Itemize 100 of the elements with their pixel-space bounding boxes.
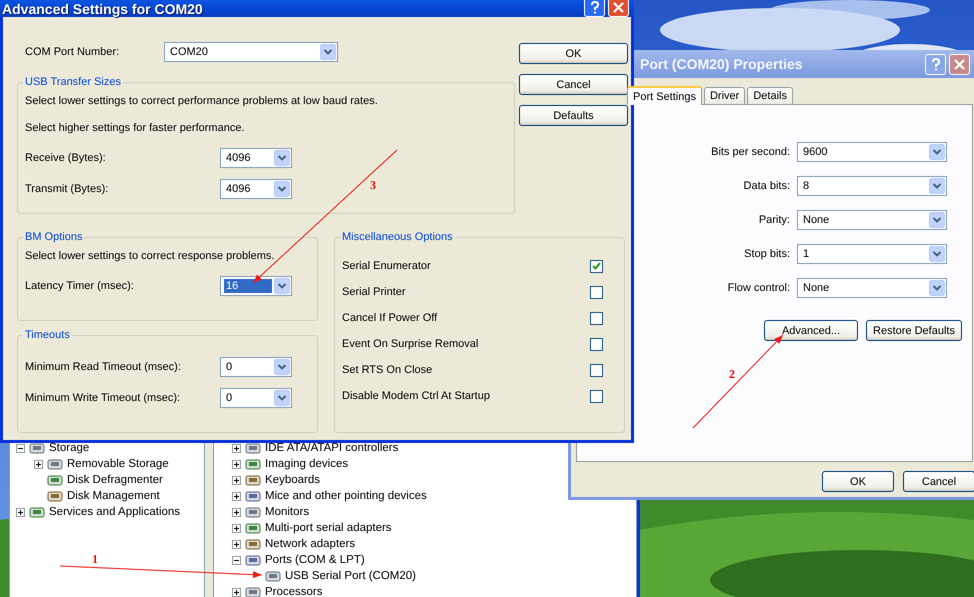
checkbox[interactable]	[590, 260, 603, 272]
chevron-icon	[274, 181, 290, 197]
dropdown-field[interactable]: None	[797, 278, 947, 298]
device-icon	[29, 441, 45, 455]
help-button[interactable]	[584, 0, 605, 17]
close-button[interactable]	[949, 54, 970, 74]
tree-item[interactable]: Ports (COM & LPT)	[265, 554, 365, 566]
dropdown-field[interactable]: 16	[220, 276, 292, 296]
dialog-button[interactable]: Defaults	[519, 105, 628, 126]
field-label: Minimum Read Timeout (msec):	[25, 361, 182, 373]
checkbox[interactable]	[590, 364, 603, 376]
collapse-icon[interactable]	[16, 444, 25, 452]
panel-button[interactable]: Restore Defaults	[866, 320, 962, 341]
close-icon	[613, 2, 624, 13]
dialog-button[interactable]: Cancel	[519, 74, 628, 95]
device-icon	[245, 553, 261, 567]
tree-item[interactable]: Network adapters	[265, 538, 356, 550]
dropdown-field[interactable]: 8	[797, 176, 947, 196]
dropdown-field[interactable]: 9600	[797, 142, 947, 162]
dropdown-field[interactable]: 1	[797, 244, 947, 264]
expand-icon[interactable]	[232, 476, 241, 484]
expand-icon[interactable]	[232, 444, 241, 452]
device-icon	[47, 457, 63, 471]
device-icon	[245, 441, 261, 455]
expand-icon[interactable]	[232, 588, 241, 596]
device-icon	[29, 505, 45, 519]
panel-button[interactable]: Advanced...	[764, 320, 858, 341]
chevron-icon	[320, 44, 336, 60]
tree-item[interactable]: Keyboards	[265, 474, 320, 486]
device-icon	[245, 489, 261, 503]
dropdown-field[interactable]: 0	[220, 388, 292, 408]
tree-item[interactable]: Disk Defragmenter	[67, 474, 163, 486]
tab[interactable]: Port Settings	[627, 86, 702, 105]
expand-icon[interactable]	[232, 540, 241, 548]
expand-icon[interactable]	[34, 460, 43, 468]
device-icon	[47, 489, 63, 503]
close-button[interactable]	[608, 0, 629, 17]
dropdown-field[interactable]: None	[797, 210, 947, 230]
tree-item[interactable]: Monitors	[265, 506, 310, 518]
collapse-icon[interactable]	[232, 556, 241, 564]
device-icon	[245, 585, 261, 597]
chevron-icon	[274, 390, 290, 406]
group-title: BM Options	[24, 231, 84, 243]
tree-item[interactable]: Imaging devices	[265, 458, 348, 470]
dialog-button[interactable]: Cancel	[903, 471, 974, 492]
tab[interactable]: Details	[747, 87, 793, 104]
checkbox[interactable]	[590, 390, 603, 402]
field-label: COM Port Number:	[25, 46, 120, 58]
checkbox[interactable]	[590, 312, 603, 324]
tree-item[interactable]: Disk Management	[67, 490, 160, 502]
tree-item[interactable]: IDE ATA/ATAPI controllers	[265, 442, 398, 454]
group-title: Timeouts	[24, 329, 71, 341]
tab[interactable]: Driver	[704, 87, 746, 104]
chevron-icon	[929, 246, 945, 262]
tree-item[interactable]: Multi-port serial adapters	[265, 522, 392, 534]
tree-item[interactable]: Removable Storage	[67, 458, 169, 470]
checkmark-icon	[592, 262, 601, 270]
window-title: Port (COM20) Properties	[640, 56, 803, 72]
annotation-number: 1	[92, 552, 98, 566]
chevron-icon	[274, 150, 290, 166]
dropdown-field[interactable]: 0	[220, 357, 292, 377]
tree-item[interactable]: Mice and other pointing devices	[265, 490, 427, 502]
chevron-icon	[929, 178, 945, 194]
checkbox[interactable]	[590, 338, 603, 350]
hint-text: Select higher settings for faster performance.	[25, 122, 246, 134]
dialog-button[interactable]: OK	[822, 471, 894, 492]
tree-item[interactable]: USB Serial Port (COM20)	[285, 570, 416, 582]
field-label: Minimum Write Timeout (msec):	[25, 392, 182, 404]
window-title: Advanced Settings for COM20	[2, 1, 203, 17]
question-mark-icon	[590, 1, 600, 14]
expand-icon[interactable]	[232, 492, 241, 500]
chevron-icon	[274, 359, 290, 375]
question-mark-icon	[930, 58, 940, 70]
field-label: Parity:	[758, 214, 790, 226]
expand-icon[interactable]	[232, 524, 241, 532]
expand-icon[interactable]	[232, 460, 241, 468]
close-icon	[954, 58, 965, 70]
tree-item[interactable]: Services and Applications	[49, 506, 180, 518]
tree-item[interactable]: Storage	[49, 442, 90, 454]
dropdown-field[interactable]: 4096	[220, 179, 292, 199]
device-icon	[245, 505, 261, 519]
dialog-button[interactable]: OK	[519, 43, 628, 64]
dropdown-field[interactable]: 4096	[220, 148, 292, 168]
dropdown-field[interactable]: COM20	[164, 42, 338, 62]
hint-text: Select lower settings to correct performance problems at low baud rates.	[25, 95, 379, 107]
device-icon	[245, 537, 261, 551]
chevron-icon	[929, 144, 945, 160]
field-label: Bits per second:	[711, 146, 790, 158]
option-label: Disable Modem Ctrl At Startup	[342, 390, 490, 402]
device-icon	[265, 569, 281, 583]
hint-text: Select lower settings to correct response problems.	[25, 250, 276, 262]
tree-item[interactable]: Processors	[265, 586, 323, 597]
checkbox[interactable]	[590, 286, 603, 298]
group-title: USB Transfer Sizes	[24, 76, 122, 88]
field-label: Flow control:	[728, 282, 790, 294]
chevron-icon	[274, 278, 290, 294]
expand-icon[interactable]	[16, 508, 25, 516]
field-label: Stop bits:	[744, 248, 790, 260]
chevron-icon	[929, 212, 945, 228]
expand-icon[interactable]	[232, 508, 241, 516]
